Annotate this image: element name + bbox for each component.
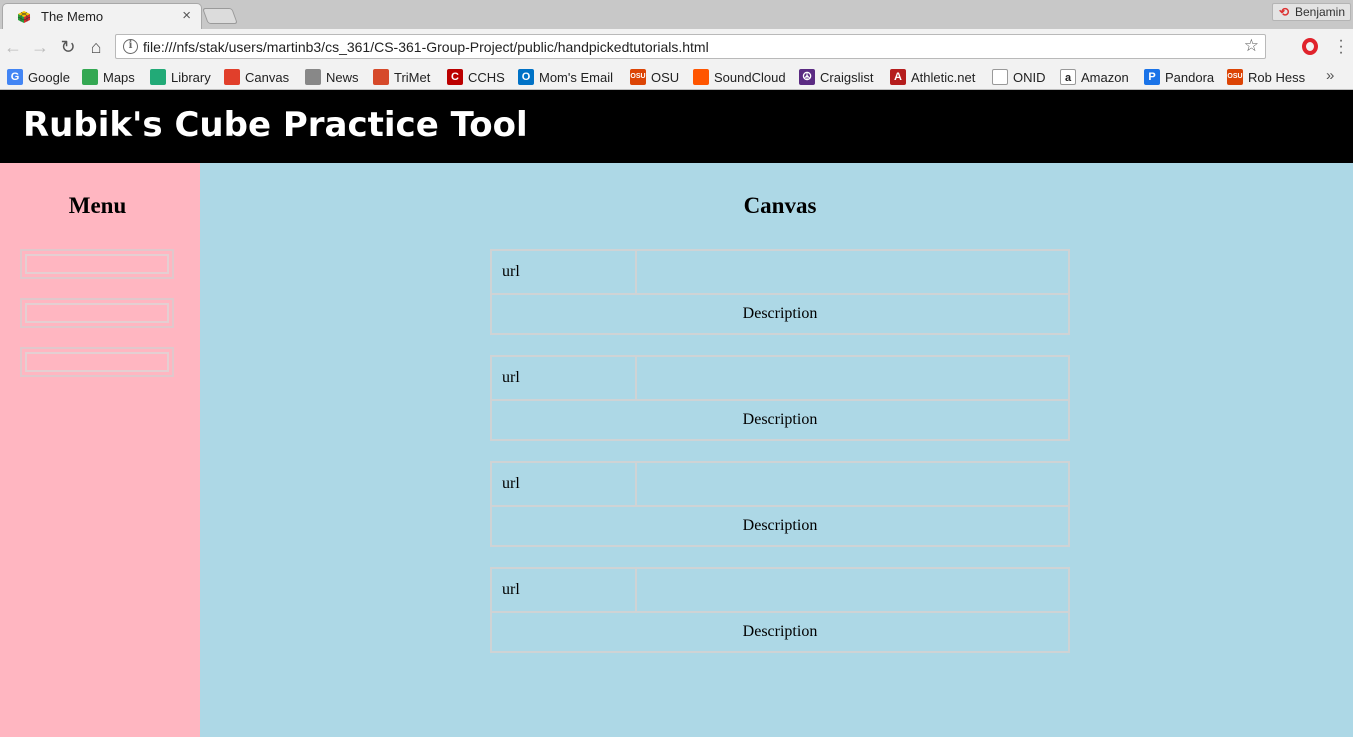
bookmark-label: Google (28, 69, 70, 85)
maps-icon (82, 69, 98, 85)
bookmark-trimet[interactable]: TriMet (373, 68, 430, 86)
bookmarks-bar: G Google Maps Library Canvas News TriMet C CCHS O… (0, 64, 1353, 90)
bookmark-label: CCHS (468, 69, 505, 85)
bookmark-label: Library (171, 69, 211, 85)
bookmark-cchs[interactable]: C CCHS (447, 68, 505, 86)
bookmark-label: Amazon (1081, 69, 1129, 85)
bookmark-maps[interactable]: Maps (82, 68, 135, 86)
bookmark-google[interactable]: G Google (7, 68, 70, 86)
card-url-label: url (492, 569, 637, 611)
bookmark-athletic-net[interactable]: A Athletic.net (890, 68, 975, 86)
new-tab-button[interactable] (202, 8, 238, 24)
bookmark-craigslist[interactable]: ☮ Craigslist (799, 68, 873, 86)
menu-title: Menu (68, 193, 127, 218)
reload-icon[interactable]: ↻ (57, 36, 79, 58)
menu-item-1[interactable] (20, 249, 174, 279)
bookmark-amazon[interactable]: a Amazon (1060, 68, 1129, 86)
site-header: Rubik's Cube Practice Tool (0, 90, 1353, 163)
card-url-label: url (492, 463, 637, 505)
canvas-icon (224, 69, 240, 85)
bookmark-label: News (326, 69, 359, 85)
active-tab[interactable]: The Memo × (2, 3, 202, 29)
card-url-label: url (492, 251, 637, 293)
athletic-net-icon: A (890, 69, 906, 85)
tutorial-card-1: url Description (490, 249, 1070, 335)
bookmark-label: Pandora (1165, 69, 1215, 85)
home-icon[interactable]: ⌂ (85, 36, 107, 58)
menu-sidebar: Menu (0, 163, 200, 737)
bookmark-label: Mom's Email (539, 69, 613, 85)
profile-button[interactable]: ⟲ Benjamin (1271, 3, 1351, 21)
info-icon[interactable]: i (123, 39, 138, 54)
trimet-icon (373, 69, 389, 85)
opera-extension-icon[interactable] (1302, 38, 1318, 55)
bookmark-label: TriMet (394, 69, 431, 85)
canvas-title: Canvas (743, 193, 817, 218)
card-url-link[interactable] (637, 569, 1068, 611)
bookmark-news[interactable]: News (305, 68, 359, 86)
cchs-icon: C (447, 69, 463, 85)
tab-title: The Memo (41, 9, 104, 24)
card-url-link[interactable] (637, 251, 1068, 293)
tab-close-icon[interactable]: × (182, 7, 191, 24)
forward-arrow-icon[interactable]: → (29, 36, 51, 58)
bookmark-label: Maps (103, 69, 135, 85)
kebab-menu-icon[interactable]: · · · (1336, 33, 1346, 61)
card-url-label: url (492, 357, 637, 399)
bookmark-label: Rob Hess (1248, 69, 1306, 85)
news-icon (305, 69, 321, 85)
pandora-icon: P (1144, 69, 1160, 85)
bookmark-label: Craigslist (820, 69, 874, 85)
bookmark-pandora[interactable]: P Pandora (1144, 68, 1214, 86)
tutorial-card-2: url Description (490, 355, 1070, 441)
profile-name: Benjamin (1294, 5, 1345, 19)
address-bar[interactable]: i file:///nfs/stak/users/martinb3/cs_361… (115, 34, 1266, 59)
soundcloud-icon (693, 69, 709, 85)
bookmark-onid[interactable]: ONID (992, 68, 1046, 86)
google-icon: G (7, 69, 23, 85)
rubiks-cube-favicon-icon (17, 11, 31, 23)
canvas-area: Canvas url Description url Description u… (200, 163, 1353, 737)
library-icon (150, 69, 166, 85)
address-bar-url: file:///nfs/stak/users/martinb3/cs_361/C… (143, 39, 709, 55)
bookmark-label: Athletic.net (911, 69, 976, 85)
site-title: Rubik's Cube Practice Tool (23, 105, 528, 145)
menu-item-2-inner (25, 303, 169, 323)
bookmark-label: Canvas (245, 69, 290, 85)
osu-icon: OSU (630, 69, 646, 85)
bookmark-label: SoundCloud (714, 69, 786, 85)
browser-toolbar: ← → ↻ ⌂ i file:///nfs/stak/users/martinb… (0, 29, 1353, 64)
bookmark-mom-s-email[interactable]: O Mom's Email (518, 68, 613, 86)
bookmark-label: ONID (1013, 69, 1046, 85)
card-description: Description (742, 517, 818, 534)
bookmark-library[interactable]: Library (150, 68, 211, 86)
profile-sync-icon: ⟲ (1278, 5, 1290, 19)
back-arrow-icon[interactable]: ← (2, 36, 24, 58)
tutorial-card-4: url Description (490, 567, 1070, 653)
osu-coe-icon: OSU (1227, 69, 1243, 85)
bookmark-soundcloud[interactable]: SoundCloud (693, 68, 786, 86)
bookmark-canvas[interactable]: Canvas (224, 68, 289, 86)
card-url-link[interactable] (637, 357, 1068, 399)
menu-item-3-inner (25, 352, 169, 372)
card-description: Description (742, 411, 818, 428)
craigslist-icon: ☮ (799, 69, 815, 85)
bookmark-star-icon[interactable]: ☆ (1244, 36, 1259, 56)
menu-item-3[interactable] (20, 347, 174, 377)
page-icon (992, 69, 1008, 85)
tab-strip: The Memo × ⟲ Benjamin (0, 0, 1353, 29)
card-description: Description (742, 305, 818, 322)
amazon-icon: a (1060, 69, 1076, 85)
menu-item-1-inner (25, 254, 169, 274)
card-url-link[interactable] (637, 463, 1068, 505)
outlook-icon: O (518, 69, 534, 85)
menu-item-2[interactable] (20, 298, 174, 328)
bookmark-label: OSU (651, 69, 680, 85)
card-description: Description (742, 623, 818, 640)
more-bookmarks-icon[interactable]: » (1326, 67, 1334, 84)
tutorial-card-3: url Description (490, 461, 1070, 547)
bookmark-osu[interactable]: OSU OSU (630, 68, 679, 86)
bookmark-rob-hess[interactable]: OSU Rob Hess (1227, 68, 1305, 86)
